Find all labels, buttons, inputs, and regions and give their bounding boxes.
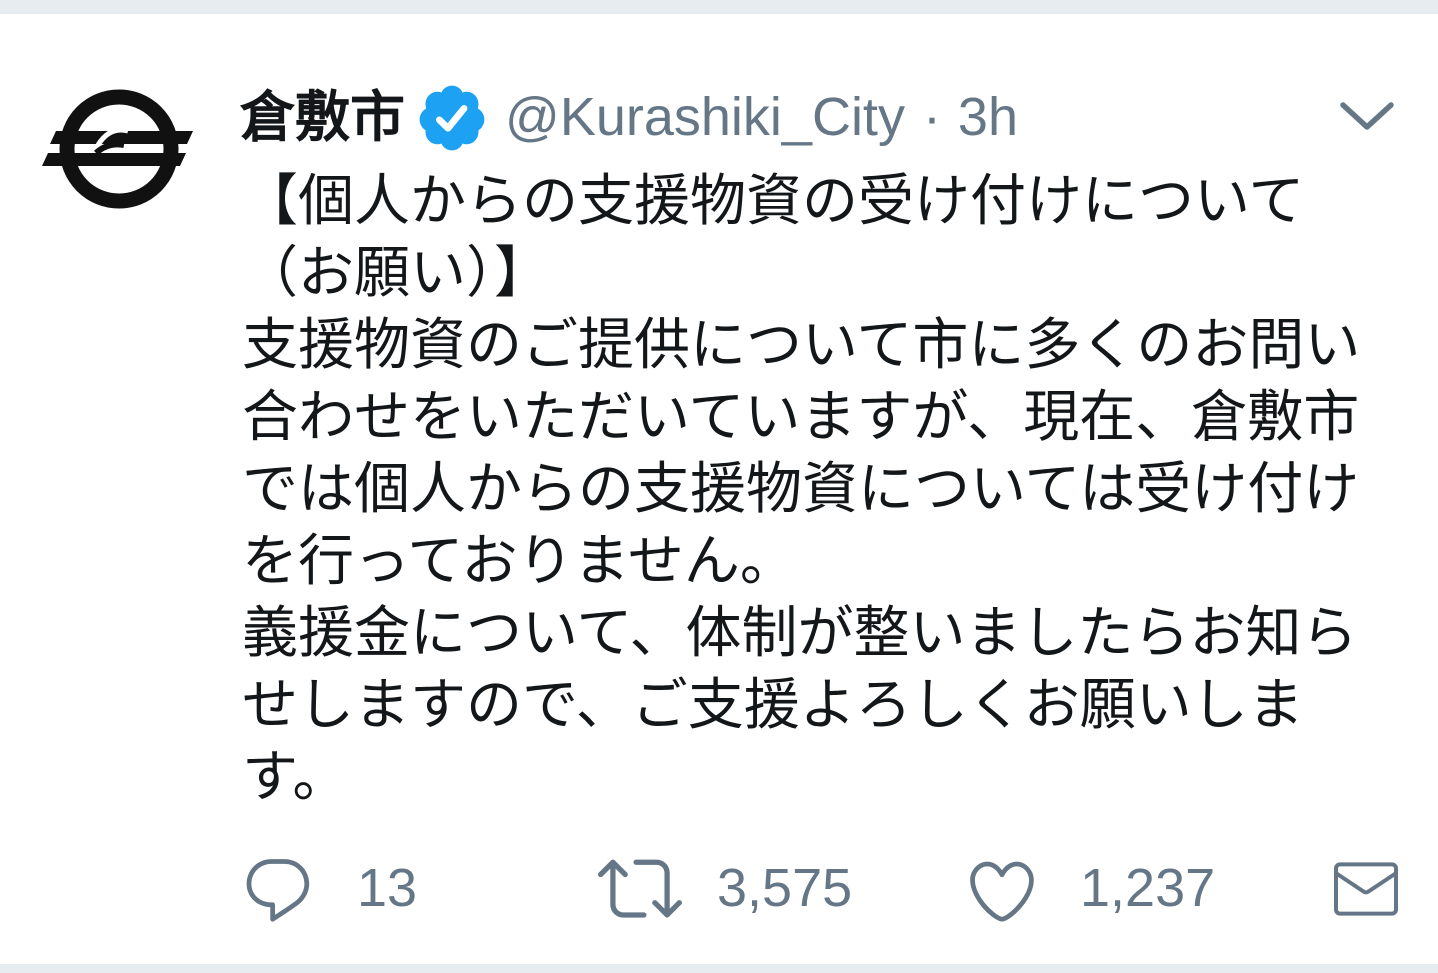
timeline-divider-bottom	[0, 964, 1438, 973]
author-handle[interactable]: @Kurashiki_City	[505, 86, 905, 148]
verified-badge-icon	[415, 81, 489, 155]
tweet-text-line-7: 義援金について、体制が整いましたらお知ら	[242, 601, 1358, 664]
separator-dot: ·	[922, 87, 941, 147]
retweet-icon	[598, 859, 682, 918]
tweet-text-line-3: 支援物資のご提供について市に多くのお問い	[242, 313, 1361, 376]
tweet-text-line-5: では個人からの支援物資については受け付け	[242, 457, 1360, 520]
heart-icon	[970, 861, 1034, 922]
tweet-meta: @Kurashiki_City · 3h	[505, 86, 1018, 148]
like-count: 1,237	[1080, 858, 1216, 918]
timestamp[interactable]: 3h	[958, 86, 1018, 148]
timeline-divider-top	[0, 0, 1438, 14]
reply-button[interactable]: 13	[238, 846, 438, 930]
tweet-text-line-8: せしますので、ご支援よろしくお願いしま	[242, 673, 1304, 736]
author-name[interactable]: 倉敷市	[240, 86, 405, 148]
envelope-icon	[1334, 862, 1398, 916]
direct-message-button[interactable]	[1330, 846, 1406, 930]
retweet-count: 3,575	[717, 858, 853, 918]
chevron-down-icon	[1340, 102, 1394, 130]
like-button[interactable]: 1,237	[960, 846, 1240, 930]
tweet-text-line-9: す。	[242, 745, 349, 808]
tweet-menu-button[interactable]	[1330, 92, 1404, 140]
tweet-text-line-1: 【個人からの支援物資の受け付けについて	[242, 169, 1305, 232]
kurashiki-city-emblem-icon	[42, 89, 193, 209]
avatar[interactable]	[30, 84, 210, 244]
tweet[interactable]: 倉敷市 @Kurashiki_City · 3h 【個人からの支援物資の受け付け…	[0, 14, 1438, 964]
reply-count: 13	[357, 858, 418, 918]
retweet-button[interactable]: 3,575	[596, 846, 876, 930]
tweet-text-line-4: 合わせをいただいていますが、現在、倉敷市	[242, 385, 1360, 448]
reply-icon	[246, 859, 310, 922]
tweet-text-line-2: （お願い）】	[242, 241, 550, 304]
tweet-text: 【個人からの支援物資の受け付けについて （お願い）】 支援物資のご提供について市…	[242, 165, 1422, 813]
tweet-text-line-6: を行っておりません。	[242, 529, 796, 592]
